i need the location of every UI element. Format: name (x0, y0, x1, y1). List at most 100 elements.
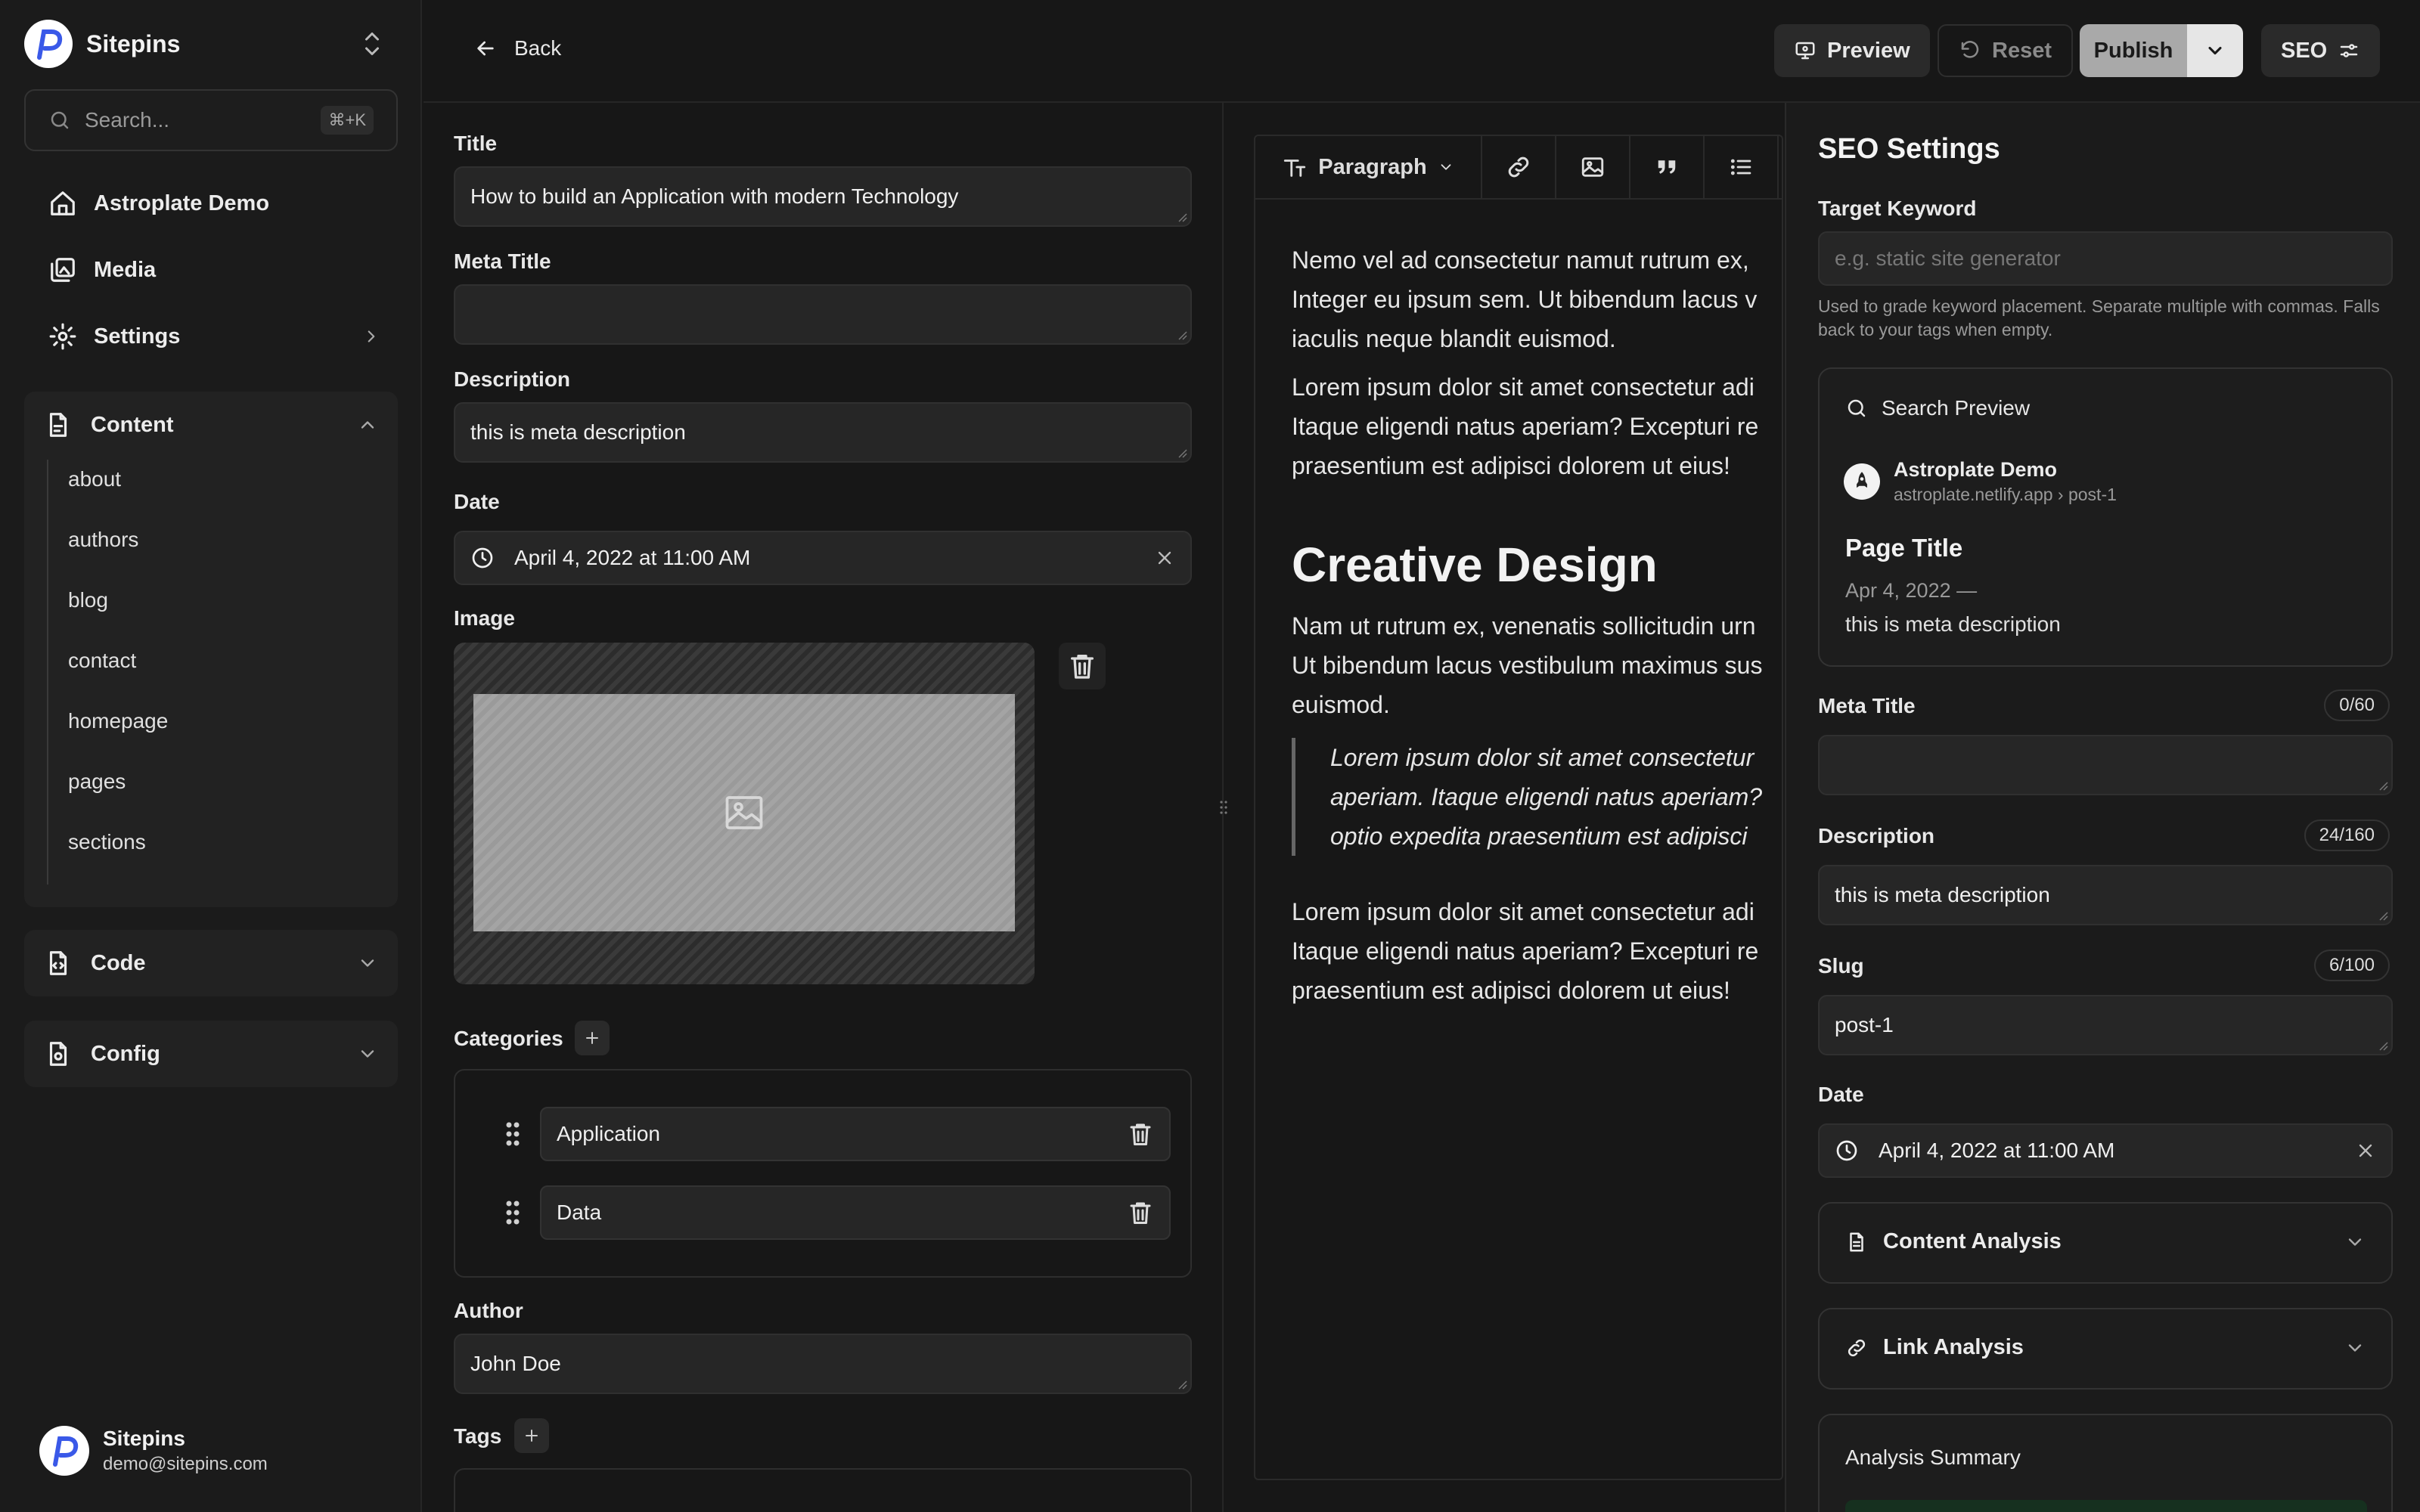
resize-handle-icon[interactable] (2378, 1040, 2388, 1051)
text-line: Integer eu ipsum sem. Ut bibendum lacus … (1292, 286, 1758, 313)
editor-paragraph[interactable]: Lorem ipsum dolor sit amet consectetur a… (1292, 367, 1782, 485)
category-input[interactable]: Application (540, 1107, 1171, 1161)
chevron-up-down-icon[interactable] (358, 29, 386, 59)
site-name: Astroplate Demo (1894, 458, 2058, 481)
slug-value: post-1 (1835, 1013, 1894, 1036)
text-line: Nam ut rutrum ex, venenatis sollicitudin… (1292, 612, 1756, 640)
description-label: Description (454, 367, 571, 391)
target-keyword-input[interactable]: e.g. static site generator (1818, 231, 2393, 286)
user-profile[interactable]: Sitepins demo@sitepins.com (39, 1426, 268, 1476)
image-button[interactable] (1556, 136, 1630, 198)
reset-label: Reset (1992, 38, 2052, 63)
resize-handle-icon[interactable] (2378, 910, 2388, 921)
resize-handle-icon[interactable] (1177, 448, 1187, 458)
trash-icon[interactable] (1127, 1199, 1154, 1226)
site-favicon-icon (1844, 463, 1880, 500)
post-form: Title How to build an Application with m… (424, 103, 1224, 1512)
author-input[interactable]: John Doe (454, 1334, 1192, 1394)
block-type-dropdown[interactable]: Paragraph (1255, 136, 1482, 198)
sidebar-item-label: Settings (94, 324, 181, 349)
text-line: Lorem ipsum dolor sit amet consectetur a… (1292, 373, 1754, 401)
image-dropzone[interactable] (454, 643, 1035, 984)
date-picker[interactable]: April 4, 2022 at 11:00 AM (454, 531, 1192, 585)
category-input[interactable]: Data (540, 1185, 1171, 1240)
date-label: Date (454, 490, 500, 513)
search-preview-site: Astroplate Demo astroplate.netlify.app ›… (1844, 458, 2117, 505)
content-analysis-label: Content Analysis (1883, 1229, 2062, 1253)
sidebar-item-settings[interactable]: Settings (48, 322, 381, 351)
back-label: Back (514, 36, 562, 60)
user-name: Sitepins (103, 1427, 185, 1450)
list-button[interactable] (1705, 136, 1779, 198)
seo-date-picker[interactable]: April 4, 2022 at 11:00 AM (1818, 1123, 2393, 1178)
search-input[interactable]: Search... ⌘+K (24, 89, 398, 151)
seo-meta-title-input[interactable] (1818, 735, 2393, 795)
code-group-toggle[interactable]: Code (44, 930, 378, 996)
avatar (39, 1426, 89, 1476)
rich-text-editor[interactable]: Paragraph Nemo vel ad consectetur namut … (1254, 135, 1783, 1480)
drag-handle-icon[interactable] (498, 1198, 528, 1228)
resize-handle-icon[interactable] (1177, 330, 1187, 340)
resize-handle-icon[interactable] (2378, 780, 2388, 791)
resize-splitter[interactable] (1216, 795, 1231, 820)
publish-dropdown-button[interactable] (2187, 24, 2243, 77)
sliders-icon (2341, 44, 2358, 57)
meta-title-count-badge: 0/60 (2324, 689, 2390, 721)
resize-handle-icon[interactable] (1177, 1379, 1187, 1390)
chevron-right-icon (368, 330, 375, 342)
tree-item-authors[interactable]: authors (68, 528, 138, 552)
reset-button[interactable]: Reset (1938, 24, 2073, 77)
seo-meta-title-label: Meta Title (1818, 694, 1916, 717)
search-preview-card: Search Preview Astroplate Demo astroplat… (1818, 367, 2393, 667)
resize-handle-icon[interactable] (1177, 212, 1187, 222)
add-category-button[interactable] (575, 1021, 610, 1055)
editor-blockquote[interactable]: Lorem ipsum dolor sit amet consectetur a… (1292, 738, 1782, 856)
quote-button[interactable] (1630, 136, 1705, 198)
content-group-toggle[interactable]: Content (44, 392, 378, 458)
tree-item-homepage[interactable]: homepage (68, 709, 168, 733)
category-value: Application (557, 1122, 660, 1145)
monitor-icon (1795, 42, 1815, 60)
file-icon (49, 413, 67, 437)
quote-icon (1658, 160, 1676, 174)
editor-paragraph[interactable]: Nam ut rutrum ex, venenatis sollicitudin… (1292, 606, 1782, 724)
editor-paragraph[interactable]: Nemo vel ad consectetur namut rutrum ex,… (1292, 240, 1782, 358)
title-input[interactable]: How to build an Application with modern … (454, 166, 1192, 227)
tree-item-pages[interactable]: pages (68, 770, 126, 794)
tree-item-blog[interactable]: blog (68, 588, 108, 612)
add-tag-button[interactable] (514, 1418, 549, 1453)
content-analysis-accordion[interactable]: Content Analysis (1818, 1202, 2393, 1284)
drag-handle-icon[interactable] (498, 1119, 528, 1149)
slug-input[interactable]: post-1 (1818, 995, 2393, 1055)
link-analysis-accordion[interactable]: Link Analysis (1818, 1308, 2393, 1390)
chevron-down-icon (1441, 164, 1451, 170)
tree-item-about[interactable]: about (68, 467, 121, 491)
meta-title-input[interactable] (454, 284, 1192, 345)
slug-count-badge: 6/100 (2313, 950, 2390, 981)
chevron-down-icon (361, 1050, 374, 1058)
seo-description-input[interactable]: this is meta description (1818, 865, 2393, 925)
tree-item-sections[interactable]: sections (68, 830, 146, 854)
editor-paragraph[interactable]: Lorem ipsum dolor sit amet consectetur a… (1292, 892, 1782, 1010)
editor-heading[interactable]: Creative Design (1292, 537, 1658, 593)
brand[interactable]: Sitepins (24, 20, 180, 68)
publish-button[interactable]: Publish (2080, 24, 2187, 77)
back-button[interactable]: Back (473, 36, 561, 60)
trash-icon[interactable] (1127, 1120, 1154, 1148)
clear-icon[interactable] (2355, 1140, 2376, 1161)
content-group: Content about authors blog contact homep… (24, 392, 398, 907)
config-group-toggle[interactable]: Config (44, 1021, 378, 1087)
sidebar-item-astroplate-demo[interactable]: Astroplate Demo (48, 189, 381, 218)
tree-item-contact[interactable]: contact (68, 649, 136, 673)
seo-toggle-button[interactable]: SEO (2261, 24, 2381, 77)
code-file-icon (49, 951, 67, 975)
image-icon (1581, 157, 1604, 177)
preview-button[interactable]: Preview (1774, 24, 1930, 77)
sidebar-item-media[interactable]: Media (48, 256, 381, 284)
description-input[interactable]: this is meta description (454, 402, 1192, 463)
link-button[interactable] (1482, 136, 1556, 198)
search-preview-header: Search Preview (1845, 396, 2030, 420)
category-value: Data (557, 1201, 602, 1224)
clear-icon[interactable] (1154, 547, 1175, 569)
delete-image-button[interactable] (1059, 643, 1106, 689)
